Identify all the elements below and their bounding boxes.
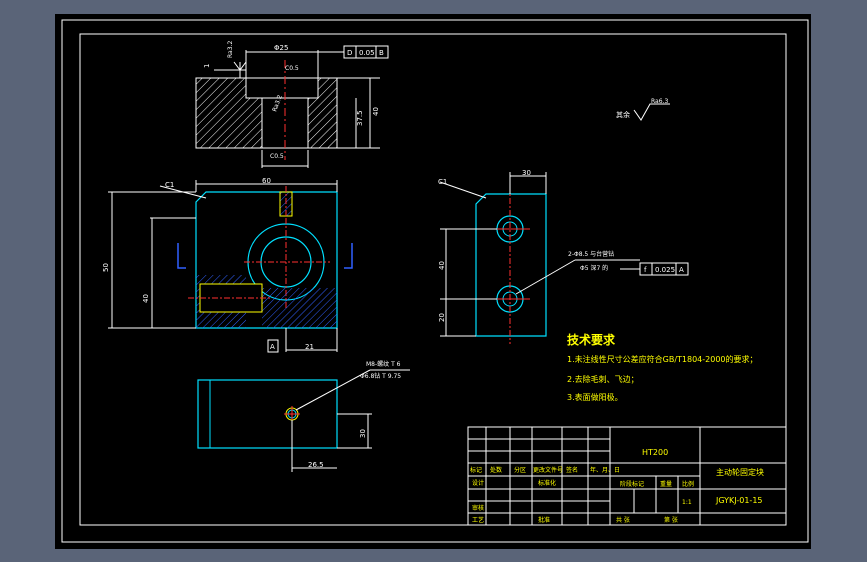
- tb-scale-label: 比例: [682, 480, 694, 488]
- dim-front-21: 21: [305, 343, 314, 351]
- dim-height-40: 40: [372, 107, 380, 116]
- ra-top: Ra3.2: [227, 41, 234, 58]
- roughness-other-value: Ra6.3: [651, 98, 668, 105]
- outer-frame: [61, 19, 809, 543]
- tol-top-symbol: D: [347, 49, 352, 57]
- tb-hdr-count: 处数: [490, 466, 502, 474]
- dim-bottom-30: 30: [359, 429, 367, 438]
- side-view: 30 C1 40 20 2-Φ8.5 与台营钻 Φ5 深7 的 f 0.025 …: [438, 169, 689, 344]
- tb-hdr-date: 年、月、日: [590, 466, 620, 474]
- dim-side-30: 30: [522, 169, 531, 177]
- tb-sheets-total: 共 张: [616, 516, 630, 524]
- dim-front-40: 40: [142, 294, 150, 303]
- tb-hdr-change: 更改文件号: [533, 466, 563, 474]
- front-view: 60 C1 50 40 21 A: [102, 177, 353, 353]
- thread-note-1: M8-螺纹 T 6: [366, 360, 401, 368]
- tb-material: HT200: [642, 448, 668, 457]
- label-1: 1: [203, 64, 211, 68]
- c-top: C0.5: [285, 65, 299, 72]
- c-bottom: C0.5: [270, 153, 284, 160]
- dim-side-40: 40: [438, 261, 446, 270]
- dim-bottom-265: 26.5: [308, 461, 324, 469]
- dim-front-50: 50: [102, 263, 110, 272]
- tb-hdr-sign: 签名: [566, 466, 578, 474]
- tb-row-process: 工艺: [472, 516, 484, 524]
- tb-hdr-zone: 分区: [514, 466, 526, 474]
- tb-part-name: 主动轮固定块: [716, 467, 764, 477]
- dim-c1-left: C1: [165, 181, 174, 189]
- top-section-view: Φ25 D 0.05 B Ra3.2 C0.5 C0.5 Ra3.2 40 37…: [195, 41, 389, 168]
- holes-note-2: Φ5 深7 的: [580, 264, 608, 272]
- tol-top-value: 0.05: [359, 49, 375, 57]
- tb-row-standard: 标准化: [538, 479, 556, 487]
- technical-requirements: 技术要求 1.未注线性尺寸公差应符合GB/T1804-2000的要求； 2.去除…: [567, 332, 758, 402]
- dim-front-60: 60: [262, 177, 271, 185]
- tol-top-ref: B: [379, 49, 384, 57]
- tb-row-check: 审核: [472, 504, 484, 512]
- requirement-item: 2.去除毛刺、飞边；: [567, 374, 639, 384]
- holes-note-1: 2-Φ8.5 与台营钻: [568, 250, 614, 258]
- cad-drawing: Φ25 D 0.05 B Ra3.2 C0.5 C0.5 Ra3.2 40 37…: [61, 19, 809, 543]
- dim-top-width: Φ25: [274, 44, 288, 52]
- tb-row-approve: 批准: [538, 516, 550, 524]
- tb-stage-mark: 阶段标记: [620, 480, 644, 488]
- dim-c1-right: C1: [438, 178, 447, 186]
- label-A: A: [270, 343, 275, 351]
- tb-row-design: 设计: [472, 479, 484, 487]
- tol-side-symbol: f: [644, 266, 647, 274]
- tb-weight: 重量: [660, 480, 672, 488]
- inner-frame: [79, 33, 787, 526]
- tb-scale: 1:1: [682, 499, 692, 506]
- roughness-other: 其余 Ra6.3: [616, 98, 670, 121]
- tb-drawing-no: JGYKJ-01-15: [715, 496, 763, 505]
- tb-sheet-no: 第 张: [664, 516, 678, 524]
- requirements-title: 技术要求: [567, 332, 616, 347]
- tol-side-value: 0.025: [655, 266, 675, 274]
- tol-side-ref: A: [679, 266, 684, 274]
- tb-hdr-mark: 标记: [470, 466, 482, 474]
- requirement-item: 1.未注线性尺寸公差应符合GB/T1804-2000的要求；: [567, 354, 758, 364]
- thread-note-2: Φ6.8钻 T 9.75: [360, 372, 401, 380]
- roughness-other-prefix: 其余: [616, 110, 630, 119]
- dim-height-375: 37.5: [356, 110, 364, 126]
- requirement-item: 3.表面做阳极。: [567, 392, 623, 402]
- bottom-view: M8-螺纹 T 6 Φ6.8钻 T 9.75 30 26.5: [197, 360, 410, 472]
- dim-side-20: 20: [438, 313, 446, 322]
